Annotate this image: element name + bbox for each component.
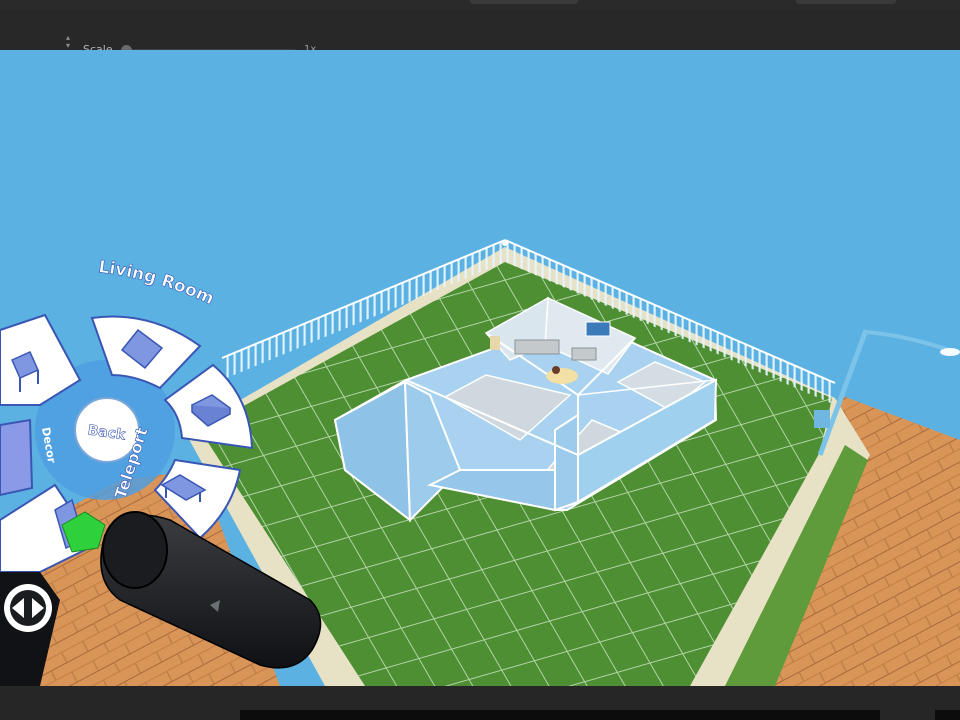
game-toolbar: ▴ ▾ Scale 1x	[0, 10, 960, 56]
bottom-panel	[240, 710, 880, 720]
game-viewport[interactable]: Living Room Back Teleport Decor	[0, 50, 960, 686]
top-tab[interactable]	[470, 0, 578, 4]
bottom-panel	[935, 710, 960, 720]
top-tab[interactable]	[796, 0, 896, 4]
up-down-arrows-icon[interactable]: ▴ ▾	[66, 34, 70, 50]
window-bottom-bar	[0, 686, 960, 720]
window-top-bar	[0, 0, 960, 10]
